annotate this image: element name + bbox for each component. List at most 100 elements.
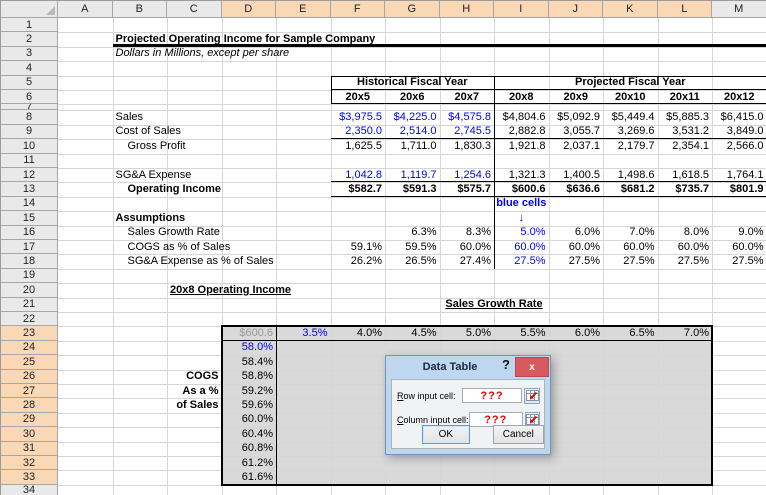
- cell-G17[interactable]: 59.5%: [385, 240, 440, 254]
- cell-G18[interactable]: 26.5%: [385, 254, 440, 268]
- cell-J9[interactable]: 3,055.7: [549, 125, 604, 139]
- cell-G9[interactable]: 2,514.0: [385, 125, 440, 139]
- cell-M12[interactable]: 1,764.1: [712, 168, 766, 182]
- cell-H9[interactable]: 2,745.5: [440, 125, 495, 139]
- cell-I23[interactable]: 5.5%: [494, 326, 549, 340]
- cell-J10[interactable]: 2,037.1: [549, 139, 604, 153]
- cell-K23[interactable]: 6.5%: [603, 326, 658, 340]
- help-icon[interactable]: ?: [502, 357, 510, 372]
- cell-H8[interactable]: $4,575.8: [440, 110, 495, 124]
- cell-F12[interactable]: 1,042.8: [331, 168, 386, 182]
- row-header-28[interactable]: 28: [1, 398, 58, 412]
- cell-D28[interactable]: 59.6%: [222, 398, 277, 412]
- row-header-12[interactable]: 12: [1, 168, 58, 182]
- row-header-18[interactable]: 18: [1, 254, 58, 268]
- column-header-L[interactable]: L: [658, 1, 713, 18]
- cell-G8[interactable]: $4,225.0: [385, 110, 440, 124]
- cell-E23[interactable]: 3.5%: [276, 326, 331, 340]
- cell-M18[interactable]: 27.5%: [712, 254, 766, 268]
- cell-I9[interactable]: 2,882.8: [494, 125, 549, 139]
- cell-F13[interactable]: $582.7: [331, 182, 386, 196]
- cell-H6[interactable]: 20x7: [440, 90, 495, 104]
- cell-K12[interactable]: 1,498.6: [603, 168, 658, 182]
- cell-D32[interactable]: 61.2%: [222, 456, 277, 470]
- row-header-15[interactable]: 15: [1, 211, 58, 225]
- cell-D24[interactable]: 58.0%: [222, 341, 277, 355]
- cell-M9[interactable]: 3,849.0: [712, 125, 766, 139]
- cell-B9[interactable]: Cost of Sales: [113, 125, 168, 139]
- cell-D26[interactable]: 58.8%: [222, 370, 277, 384]
- cell-K17[interactable]: 60.0%: [603, 240, 658, 254]
- cell-I17[interactable]: 60.0%: [494, 240, 549, 254]
- row-header-34[interactable]: 34: [1, 485, 58, 495]
- cell-K10[interactable]: 2,179.7: [603, 139, 658, 153]
- cell-M8[interactable]: $6,415.0: [712, 110, 766, 124]
- cell-F6[interactable]: 20x5: [331, 90, 386, 104]
- cancel-button[interactable]: Cancel: [493, 425, 544, 444]
- cell-G10[interactable]: 1,711.0: [385, 139, 440, 153]
- cell-I14[interactable]: blue cells: [494, 197, 549, 211]
- column-header-I[interactable]: I: [494, 1, 549, 18]
- dialog-titlebar[interactable]: Data Table ? x: [386, 356, 550, 378]
- cell-M10[interactable]: 2,566.0: [712, 139, 766, 153]
- cell-J8[interactable]: $5,092.9: [549, 110, 604, 124]
- cell-I15[interactable]: ↓: [494, 211, 549, 225]
- row-header-5[interactable]: 5: [1, 76, 58, 90]
- cell-B10[interactable]: Gross Profit: [113, 139, 168, 153]
- cell-I6[interactable]: 20x8: [494, 90, 549, 104]
- row-header-33[interactable]: 33: [1, 470, 58, 484]
- ok-button[interactable]: OK: [422, 425, 470, 444]
- cell-L9[interactable]: 3,531.2: [658, 125, 713, 139]
- row-header-14[interactable]: 14: [1, 197, 58, 211]
- row-header-6[interactable]: 6: [1, 90, 58, 104]
- close-button[interactable]: x: [515, 357, 549, 377]
- cell-D27[interactable]: 59.2%: [222, 384, 277, 398]
- cell-J16[interactable]: 6.0%: [549, 226, 604, 240]
- cell-G23[interactable]: 4.5%: [385, 326, 440, 340]
- cell-K18[interactable]: 27.5%: [603, 254, 658, 268]
- column-header-D[interactable]: D: [222, 1, 277, 18]
- cell-M6[interactable]: 20x12: [712, 90, 766, 104]
- cell-B3[interactable]: Dollars in Millions, except per share: [113, 47, 766, 61]
- row-header-4[interactable]: 4: [1, 61, 58, 75]
- cell-I16[interactable]: 5.0%: [494, 226, 549, 240]
- cell-G16[interactable]: 6.3%: [385, 226, 440, 240]
- column-header-M[interactable]: M: [712, 1, 766, 18]
- cell-C20[interactable]: 20x8 Operating Income: [167, 283, 331, 297]
- row-header-1[interactable]: 1: [1, 18, 58, 32]
- cell-I18[interactable]: 27.5%: [494, 254, 549, 268]
- row-header-32[interactable]: 32: [1, 456, 58, 470]
- column-header-J[interactable]: J: [549, 1, 604, 18]
- row-range-selector-button[interactable]: [524, 388, 540, 404]
- cell-G21[interactable]: Sales Growth Rate: [385, 298, 603, 312]
- cell-J18[interactable]: 27.5%: [549, 254, 604, 268]
- row-header-9[interactable]: 9: [1, 125, 58, 139]
- cell-H18[interactable]: 27.4%: [440, 254, 495, 268]
- cell-J23[interactable]: 6.0%: [549, 326, 604, 340]
- cell-B13[interactable]: Operating Income: [113, 182, 168, 196]
- cell-B15[interactable]: Assumptions: [113, 211, 168, 225]
- cell-F17[interactable]: 59.1%: [331, 240, 386, 254]
- cell-F5[interactable]: Historical Fiscal Year: [331, 76, 495, 90]
- row-header-31[interactable]: 31: [1, 442, 58, 456]
- cell-L17[interactable]: 60.0%: [658, 240, 713, 254]
- row-header-26[interactable]: 26: [1, 370, 58, 384]
- cell-K8[interactable]: $5,449.4: [603, 110, 658, 124]
- cell-D33[interactable]: 61.6%: [222, 470, 277, 484]
- row-header-29[interactable]: 29: [1, 413, 58, 427]
- cell-L10[interactable]: 2,354.1: [658, 139, 713, 153]
- cell-K16[interactable]: 7.0%: [603, 226, 658, 240]
- cell-D29[interactable]: 60.0%: [222, 413, 277, 427]
- row-header-21[interactable]: 21: [1, 298, 58, 312]
- cell-J17[interactable]: 60.0%: [549, 240, 604, 254]
- cell-F8[interactable]: $3,975.5: [331, 110, 386, 124]
- cell-J13[interactable]: $636.6: [549, 182, 604, 196]
- cell-D23[interactable]: $600.6: [222, 326, 277, 340]
- row-header-27[interactable]: 27: [1, 384, 58, 398]
- column-header-A[interactable]: A: [58, 1, 113, 18]
- cell-H13[interactable]: $575.7: [440, 182, 495, 196]
- cell-L6[interactable]: 20x11: [658, 90, 713, 104]
- row-header-17[interactable]: 17: [1, 240, 58, 254]
- row-header-22[interactable]: 22: [1, 312, 58, 326]
- cell-B17[interactable]: COGS as % of Sales: [113, 240, 331, 254]
